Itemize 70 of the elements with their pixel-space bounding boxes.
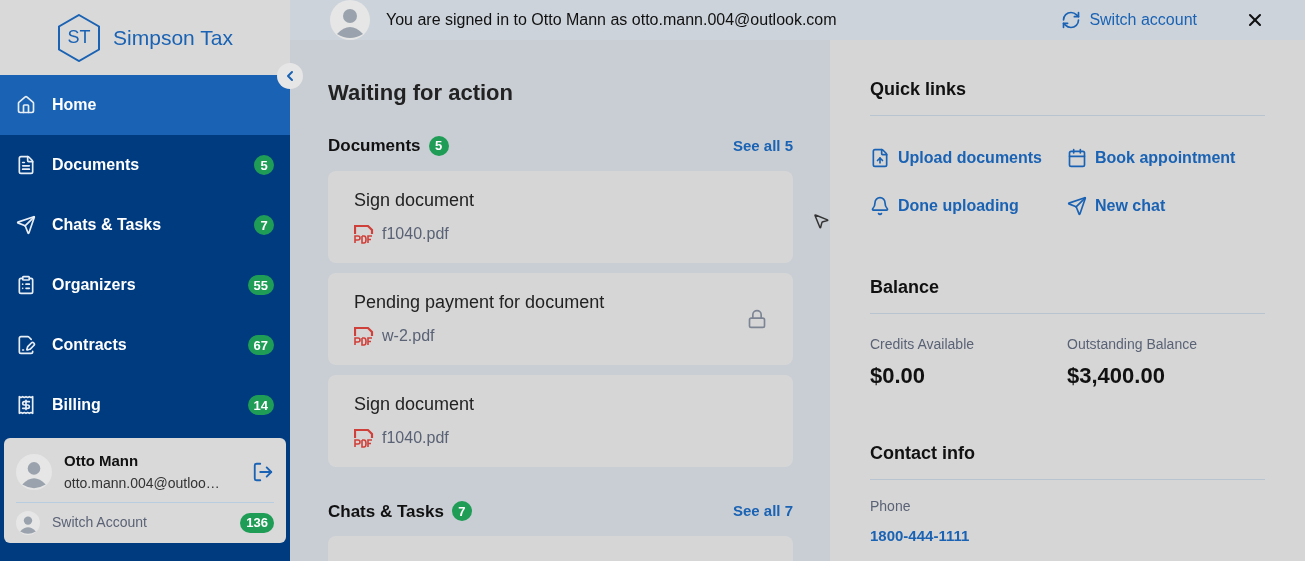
nav-icon [16, 215, 36, 235]
panel-title: Balance [870, 274, 1265, 314]
avatar [16, 453, 52, 490]
balance-label: Credits Available [870, 335, 976, 354]
balance-label: Outstanding Balance [1067, 335, 1198, 354]
quick-link[interactable]: Done uploading [870, 188, 1067, 224]
nav-icon [16, 335, 36, 355]
quick-link-icon [870, 196, 890, 216]
nav-label: Documents [52, 155, 141, 175]
quick-link[interactable]: New chat [1067, 188, 1265, 224]
count-badge: 5 [254, 155, 274, 175]
panel-title: Contact info [870, 440, 1265, 480]
nav-icon [16, 275, 36, 295]
document-title: Pending payment for document [354, 291, 606, 314]
nav-icon [16, 155, 36, 175]
count-badge: 136 [240, 512, 274, 533]
document-title: Sign document [354, 189, 476, 212]
count-badge: 67 [247, 335, 274, 355]
file-name: f1040.pdf [382, 428, 449, 448]
section-title: Documents [328, 135, 421, 157]
quick-link-icon [1067, 148, 1087, 168]
avatar [330, 0, 370, 40]
switch-account-label: Switch Account [52, 513, 148, 532]
logout-icon[interactable] [252, 460, 274, 483]
document-title: Sign document [354, 393, 476, 416]
file-name: w-2.pdf [382, 326, 435, 346]
see-all-link[interactable]: See all 7 [732, 500, 793, 523]
phone-link[interactable]: 1800-444-1111 [870, 525, 1265, 548]
see-all-link[interactable]: See all 5 [732, 134, 793, 157]
pdf-file-icon [354, 326, 374, 346]
count-badge: 5 [428, 135, 449, 156]
quick-link-icon [1067, 196, 1087, 216]
document-card[interactable]: Pending payment for document w-2.pdf [328, 272, 793, 365]
section-title: Chats & Tasks [328, 500, 444, 523]
panel-title: Quick links [870, 76, 1265, 116]
count-badge: 14 [247, 395, 274, 415]
count-badge: 55 [247, 275, 274, 295]
count-badge: 7 [254, 215, 274, 235]
brand-name: Simpson Tax [113, 24, 233, 51]
nav-label: Organizers [52, 275, 137, 295]
pdf-file-icon [354, 428, 374, 448]
phone-label: Phone [870, 497, 912, 516]
nav-icon [16, 395, 36, 415]
refresh-icon [1061, 10, 1082, 30]
balance-value: $0.00 [870, 362, 927, 390]
nav-label: Billing [52, 395, 102, 415]
quick-link-icon [870, 148, 890, 168]
page-title: Waiting for action [328, 79, 514, 107]
nav-label: Chats & Tasks [52, 215, 163, 235]
pdf-file-icon [354, 224, 374, 244]
cursor-icon [812, 212, 830, 230]
document-card[interactable]: Sign document f1040.pdf [328, 374, 793, 467]
document-card[interactable]: Sign document f1040.pdf [328, 170, 793, 263]
account-name: Otto Mann [64, 451, 140, 471]
nav-label: Home [52, 95, 98, 115]
signed-in-text: You are signed in to Otto Mann as otto.mann.004@outlook.com [386, 10, 838, 30]
logo-icon: ST [57, 13, 102, 62]
switch-account-button[interactable]: Switch account [1061, 8, 1197, 32]
nav-label: Contracts [52, 335, 128, 355]
file-name: f1040.pdf [382, 224, 449, 244]
quick-link[interactable]: Upload documents [870, 140, 1067, 176]
nav-item[interactable]: Home [0, 75, 290, 135]
count-badge: 7 [451, 501, 472, 522]
account-email: otto.mann.004@outloo… [64, 473, 221, 493]
balance-value: $3,400.00 [1067, 362, 1166, 390]
switch-account-row[interactable]: Switch Account 136 [16, 502, 274, 535]
collapse-button[interactable] [277, 63, 303, 89]
nav-icon [16, 95, 36, 115]
quick-link[interactable]: Book appointment [1067, 140, 1265, 176]
avatar [16, 510, 40, 535]
